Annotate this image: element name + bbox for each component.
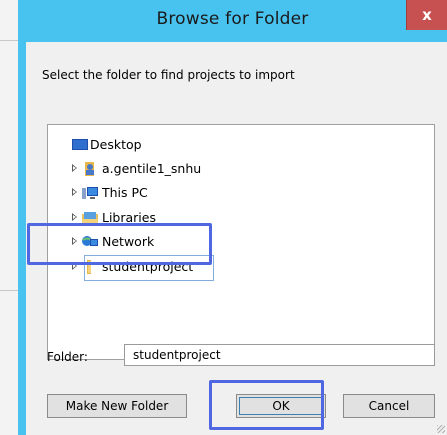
folder-field-label: Folder: <box>47 350 88 364</box>
cancel-button[interactable]: Cancel <box>343 394 435 418</box>
instruction-text: Select the folder to find projects to im… <box>42 68 295 82</box>
tree-item-label: a.gentile1_snhu <box>102 161 202 176</box>
resize-grip-icon[interactable] <box>437 425 445 433</box>
expand-arrow-icon[interactable] <box>72 188 77 196</box>
desktop-icon <box>72 139 88 150</box>
user-folder-icon <box>85 162 94 176</box>
close-icon: x <box>422 6 432 24</box>
make-new-folder-button[interactable]: Make New Folder <box>47 394 187 418</box>
expand-arrow-icon[interactable] <box>72 164 77 172</box>
folder-input[interactable]: studentproject <box>124 344 435 366</box>
annotation-highlight-studentproject <box>27 223 212 265</box>
background-divider <box>0 40 18 41</box>
tree-item-label: Desktop <box>90 137 142 152</box>
close-button[interactable]: x <box>406 0 447 30</box>
browse-for-folder-dialog: Browse for Folder x Select the folder to… <box>18 0 447 435</box>
background-window <box>0 0 19 435</box>
computer-icon <box>82 187 98 199</box>
background-divider <box>0 290 18 291</box>
expand-arrow-icon[interactable] <box>72 213 77 221</box>
title-bar[interactable]: Browse for Folder x <box>18 0 447 42</box>
tree-item-label: This PC <box>102 185 148 200</box>
annotation-highlight-ok <box>209 380 324 430</box>
dialog-title: Browse for Folder <box>156 9 309 29</box>
